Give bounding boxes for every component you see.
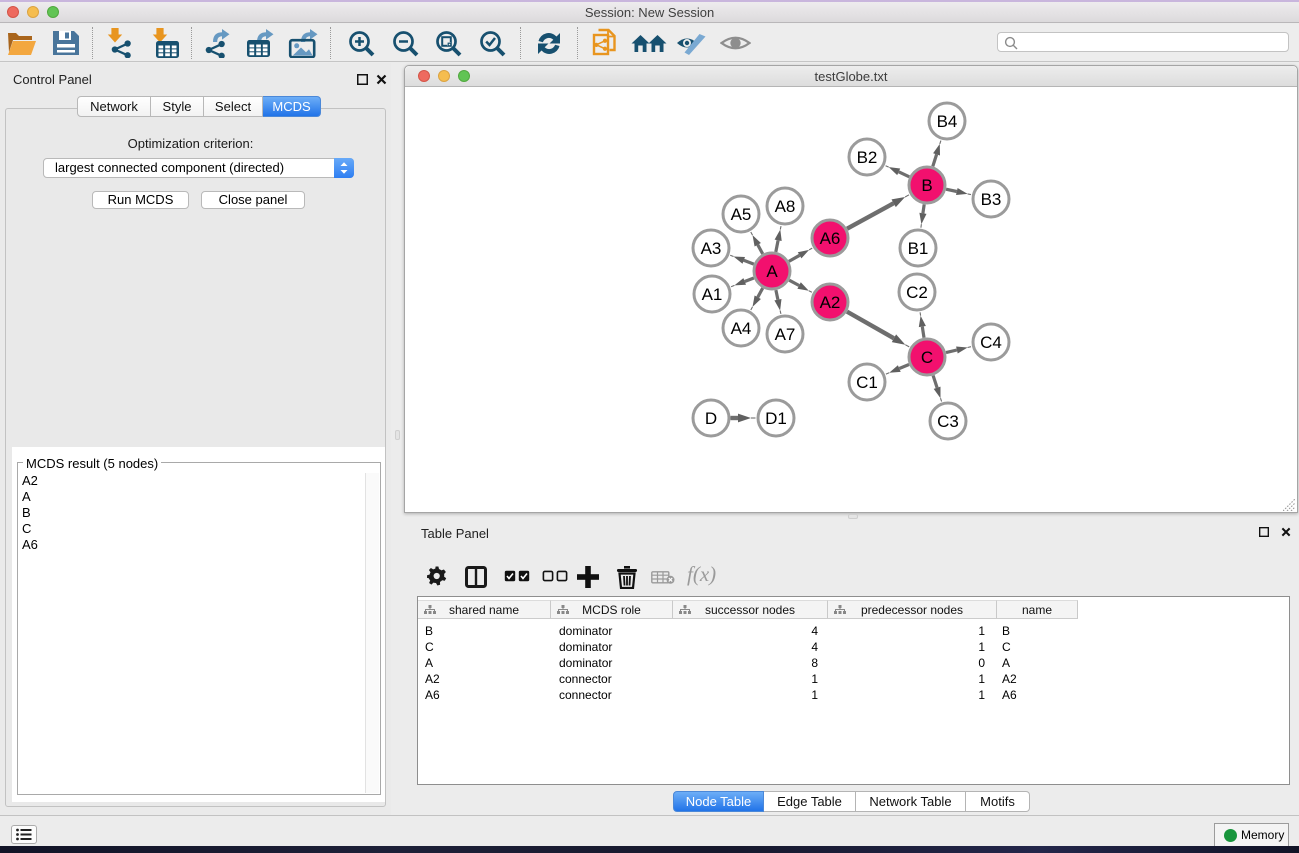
svg-text:C1: C1	[856, 373, 878, 392]
svg-text:A3: A3	[701, 239, 722, 258]
svg-text:A6: A6	[820, 229, 841, 248]
svg-text:C3: C3	[937, 412, 959, 431]
svg-text:A5: A5	[731, 205, 752, 224]
svg-text:B2: B2	[857, 148, 878, 167]
svg-text:C: C	[921, 348, 933, 367]
svg-text:B3: B3	[981, 190, 1002, 209]
svg-text:A4: A4	[731, 319, 752, 338]
svg-text:A2: A2	[820, 293, 841, 312]
svg-text:B4: B4	[937, 112, 958, 131]
svg-text:A8: A8	[775, 197, 796, 216]
svg-text:B: B	[921, 176, 932, 195]
svg-text:C2: C2	[906, 283, 928, 302]
svg-text:A1: A1	[702, 285, 723, 304]
svg-text:C4: C4	[980, 333, 1002, 352]
svg-text:D1: D1	[765, 409, 787, 428]
svg-text:D: D	[705, 409, 717, 428]
svg-text:A: A	[766, 262, 778, 281]
svg-text:B1: B1	[908, 239, 929, 258]
svg-text:A7: A7	[775, 325, 796, 344]
